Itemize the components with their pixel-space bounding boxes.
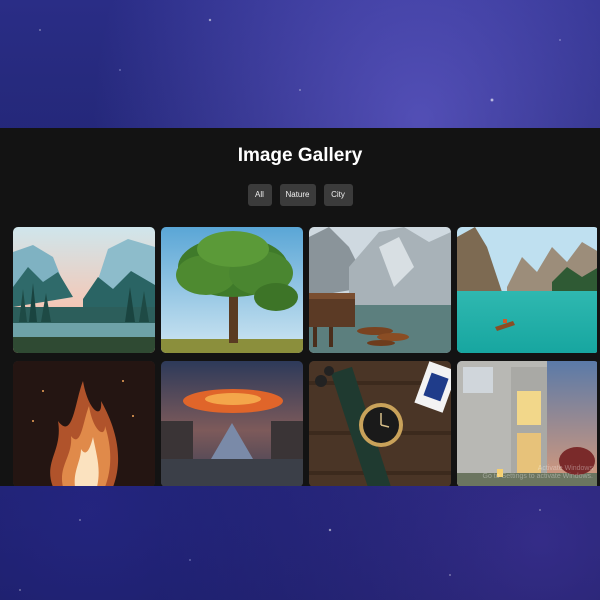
modern-house-image[interactable]: Activate Windows Go to Settings to activ… [457,361,597,486]
activation-watermark: Activate Windows Go to Settings to activ… [483,465,594,481]
mountain-valley-image[interactable] [13,227,155,353]
image-grid: Activate Windows Go to Settings to activ… [13,227,597,486]
page-title: Image Gallery [237,145,363,166]
filter-all-button[interactable]: All [247,184,272,206]
turquoise-lake-image[interactable] [457,227,597,353]
filter-bar: All Nature City [0,184,600,206]
filter-nature-button[interactable]: Nature [279,184,316,206]
watermark-subtitle: Go to Settings to activate Windows. [482,473,594,480]
watermark-title: Activate Windows [537,465,593,472]
fire-flames-image[interactable] [13,361,155,486]
lone-tree-image[interactable] [161,227,303,353]
filter-city-button[interactable]: City [323,184,353,206]
louvre-pyramid-image[interactable] [161,361,303,486]
mountain-lake-boats-image[interactable] [309,227,451,353]
wristwatch-image[interactable] [309,361,451,486]
